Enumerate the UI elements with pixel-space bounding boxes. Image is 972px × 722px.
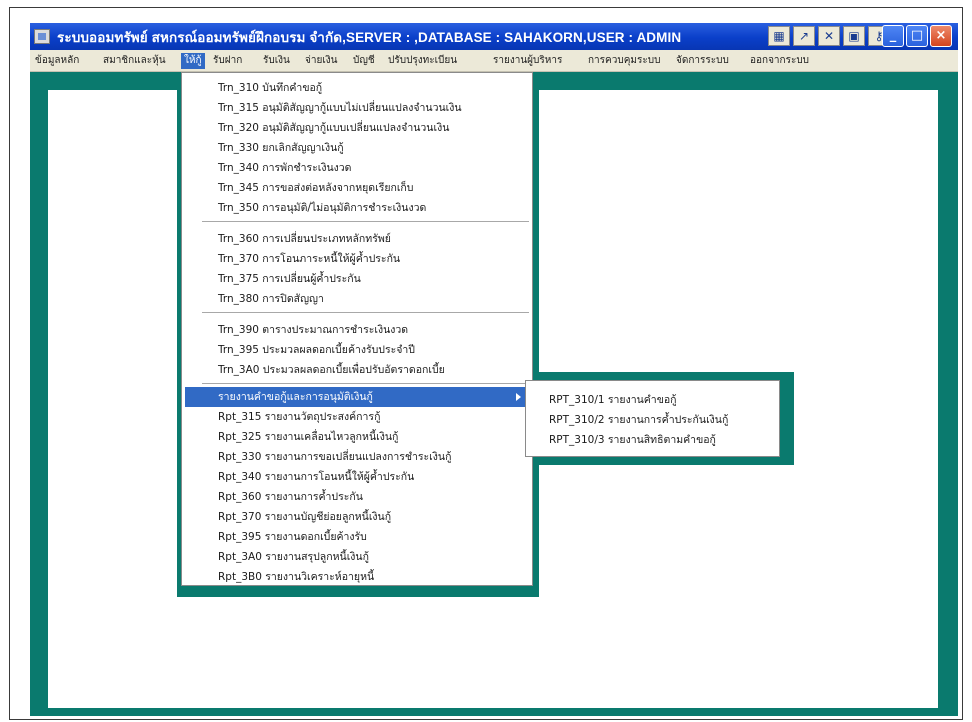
menu-receive-money[interactable]: รับเงิน [260, 53, 293, 69]
loans-dropdown-menu: Trn_310 บันทึกคำขอกู้ Trn_315 อนุมัติสัญ… [181, 72, 533, 586]
menu-pay-money[interactable]: จ่ายเงิน [302, 53, 340, 69]
menu-item-label: รายงานคำขอกู้และการอนุมัติเงินกู้ [218, 391, 373, 403]
submenu-arrow-icon [516, 393, 521, 401]
menu-members-shares[interactable]: สมาชิกและหุ้น [100, 53, 169, 69]
menu-item-rpt-370[interactable]: Rpt_370 รายงานบัญชีย่อยลูกหนี้เงินกู้ [185, 507, 529, 527]
menu-item-trn-390[interactable]: Trn_390 ตารางประมาณการชำระเงินงวด [185, 320, 529, 340]
menu-item-rpt-395[interactable]: Rpt_395 รายงานดอกเบี้ยค้างรับ [185, 527, 529, 547]
menu-item-trn-380[interactable]: Trn_380 การปิดสัญญา [185, 289, 529, 309]
menu-system-control[interactable]: การควบคุมระบบ [585, 53, 663, 69]
maximize-button[interactable]: □ [906, 25, 928, 47]
window-controls: _ □ × [882, 25, 952, 47]
menu-bar: ข้อมูลหลัก สมาชิกและหุ้น ให้กู้ รับฝาก ร… [30, 50, 958, 72]
excel-icon[interactable]: ✕ [818, 26, 840, 46]
menu-item-trn-350[interactable]: Trn_350 การอนุมัติ/ไม่อนุมัติการชำระเงิน… [185, 198, 529, 218]
submenu-item-rpt-310-1[interactable]: RPT_310/1 รายงานคำขอกู้ [529, 390, 776, 410]
submenu-shadow-right [780, 372, 794, 464]
menu-master-data[interactable]: ข้อมูลหลัก [32, 53, 82, 69]
menu-separator [202, 312, 529, 314]
menu-item-rpt-360[interactable]: Rpt_360 รายงานการค้ำประกัน [185, 487, 529, 507]
menu-item-trn-3a0[interactable]: Trn_3A0 ประมวลผลดอกเบี้ยเพื่อปรับอัตราดอ… [185, 360, 529, 380]
menu-item-rpt-330[interactable]: Rpt_330 รายงานการขอเปลี่ยนแปลงการชำระเงิ… [185, 447, 529, 467]
menu-item-trn-395[interactable]: Trn_395 ประมวลผลดอกเบี้ยค้างรับประจำปี [185, 340, 529, 360]
menu-item-trn-320[interactable]: Trn_320 อนุมัติสัญญากู้แบบเปลี่ยนแปลงจำน… [185, 118, 529, 138]
image-icon[interactable]: ▣ [843, 26, 865, 46]
loan-reports-submenu: RPT_310/1 รายงานคำขอกู้ RPT_310/2 รายงาน… [525, 380, 780, 457]
menu-item-rpt-3b0[interactable]: Rpt_3B0 รายงานวิเคราะห์อายุหนี้ [185, 567, 529, 587]
menu-separator [202, 383, 529, 385]
menu-item-trn-375[interactable]: Trn_375 การเปลี่ยนผู้ค้ำประกัน [185, 269, 529, 289]
dropdown-shadow-bottom [177, 586, 539, 597]
menu-separator [202, 221, 529, 223]
menu-deposits[interactable]: รับฝาก [210, 53, 245, 69]
submenu-shadow-top [533, 372, 794, 380]
menu-item-rpt-3a0[interactable]: Rpt_3A0 รายงานสรุปลูกหนี้เงินกู้ [185, 547, 529, 567]
app-icon[interactable] [34, 29, 50, 44]
menu-item-trn-330[interactable]: Trn_330 ยกเลิกสัญญาเงินกู้ [185, 138, 529, 158]
menu-item-trn-360[interactable]: Trn_360 การเปลี่ยนประเภทหลักทรัพย์ [185, 229, 529, 249]
submenu-item-rpt-310-2[interactable]: RPT_310/2 รายงานการค้ำประกันเงินกู้ [529, 410, 776, 430]
menu-loans[interactable]: ให้กู้ [181, 53, 205, 69]
window-title: ระบบออมทรัพย์ สหกรณ์ออมทรัพย์ฝึกอบรม จำก… [57, 29, 682, 45]
menu-accounting[interactable]: บัญชี [350, 53, 378, 69]
title-toolbar: ▦ ↗ ✕ ▣ ⚷ [768, 26, 890, 46]
submenu-shadow-bottom [525, 457, 794, 465]
menu-update-registry[interactable]: ปรับปรุงทะเบียน [385, 53, 460, 69]
menu-item-trn-340[interactable]: Trn_340 การพักชำระเงินงวด [185, 158, 529, 178]
menu-item-rpt-315[interactable]: Rpt_315 รายงานวัตถุประสงค์การกู้ [185, 407, 529, 427]
menu-item-rpt-325[interactable]: Rpt_325 รายงานเคลื่อนไหวลูกหนี้เงินกู้ [185, 427, 529, 447]
menu-executive-reports[interactable]: รายงานผู้บริหาร [490, 53, 565, 69]
menu-item-rpt-340[interactable]: Rpt_340 รายงานการโอนหนี้ให้ผู้ค้ำประกัน [185, 467, 529, 487]
chart-icon[interactable]: ↗ [793, 26, 815, 46]
dropdown-shadow-right [533, 72, 539, 597]
menu-item-loan-request-reports[interactable]: รายงานคำขอกู้และการอนุมัติเงินกู้ [185, 387, 529, 407]
menu-item-trn-310[interactable]: Trn_310 บันทึกคำขอกู้ [185, 78, 529, 98]
title-bar[interactable]: ระบบออมทรัพย์ สหกรณ์ออมทรัพย์ฝึกอบรม จำก… [30, 23, 958, 50]
menu-logout[interactable]: ออกจากระบบ [747, 53, 812, 69]
close-button[interactable]: × [930, 25, 952, 47]
minimize-button[interactable]: _ [882, 25, 904, 47]
submenu-item-rpt-310-3[interactable]: RPT_310/3 รายงานสิทธิตามคำขอกู้ [529, 430, 776, 450]
menu-item-trn-345[interactable]: Trn_345 การขอส่งต่อหลังจากหยุดเรียกเก็บ [185, 178, 529, 198]
menu-system-admin[interactable]: จัดการระบบ [673, 53, 732, 69]
menu-item-trn-370[interactable]: Trn_370 การโอนภาระหนี้ให้ผู้ค้ำประกัน [185, 249, 529, 269]
grid-icon[interactable]: ▦ [768, 26, 790, 46]
menu-item-trn-315[interactable]: Trn_315 อนุมัติสัญญากู้แบบไม่เปลี่ยนแปลง… [185, 98, 529, 118]
